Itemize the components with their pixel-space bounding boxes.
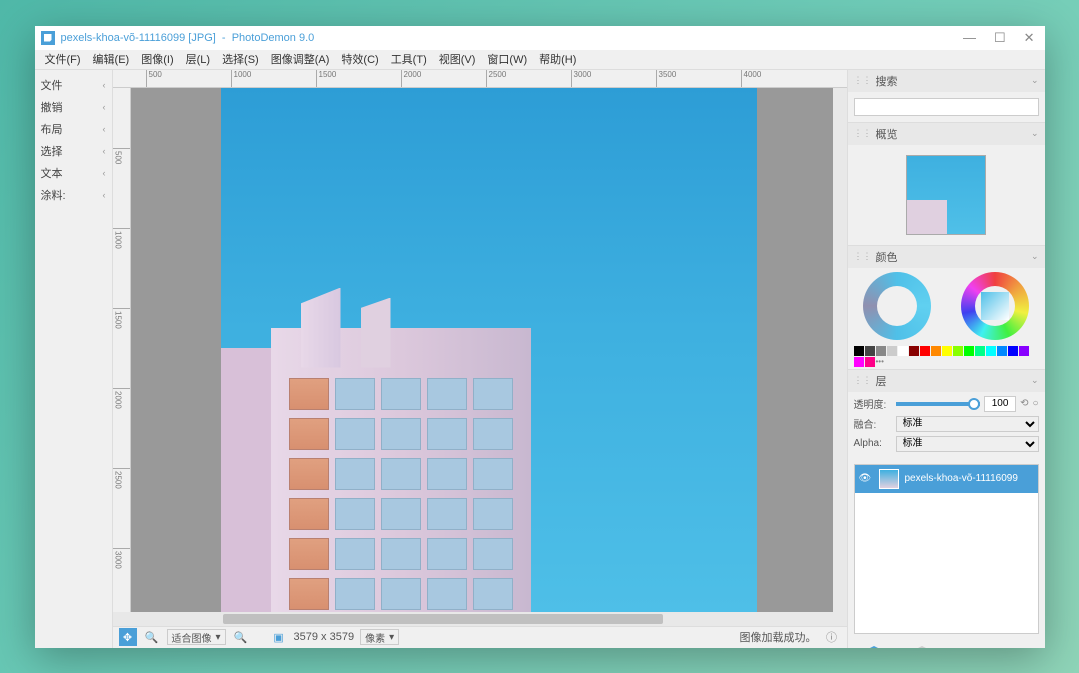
menu-tools[interactable]: 工具(T): [385, 51, 433, 67]
layer-thumbnail: [879, 469, 899, 489]
layer-list: 👁 pexels-khoa-võ-11116099: [854, 464, 1039, 634]
swatch[interactable]: [964, 346, 974, 356]
menu-adjust[interactable]: 图像调整(A): [265, 51, 336, 67]
swatch[interactable]: [865, 357, 875, 367]
titlebar-text: pexels-khoa-võ-11116099 [JPG] - PhotoDem…: [61, 32, 963, 44]
overview-thumbnail[interactable]: [906, 155, 986, 235]
menu-image[interactable]: 图像(I): [135, 51, 179, 67]
opacity-input[interactable]: [984, 396, 1016, 412]
menubar: 文件(F) 编辑(E) 图像(I) 层(L) 选择(S) 图像调整(A) 特效(…: [35, 50, 1045, 70]
statusbar: ✥ 🔍 适合图像 ▾ 🔍 ▣ 3579 x 3579 像素 ▾ 图像加载成功。 …: [113, 626, 847, 648]
main-area: 文件‹ 撤销‹ 布局‹ 选择‹ 文本‹ 涂料:‹ 500 1000 1500 2…: [35, 70, 1045, 648]
swatch[interactable]: [854, 346, 864, 356]
layer-up-button[interactable]: [958, 644, 982, 648]
scrollbar-vertical[interactable]: [833, 88, 847, 612]
menu-file[interactable]: 文件(F): [39, 51, 87, 67]
swatch[interactable]: [931, 346, 941, 356]
swatch[interactable]: [854, 357, 864, 367]
size-icon: ▣: [270, 628, 288, 646]
swatch[interactable]: [1019, 346, 1029, 356]
zoom-in-icon[interactable]: 🔍: [232, 628, 250, 646]
swatch[interactable]: [887, 346, 897, 356]
opacity-reset-icon[interactable]: ⟲: [1020, 398, 1028, 409]
info-icon[interactable]: ⓘ: [823, 628, 841, 646]
tool-file[interactable]: 文件‹: [37, 74, 110, 96]
layers-panel-header[interactable]: ⋮⋮层⌄: [848, 370, 1045, 392]
nav-tool-icon[interactable]: ✥: [119, 628, 137, 646]
layer-item[interactable]: 👁 pexels-khoa-võ-11116099: [855, 465, 1038, 493]
layer-name: pexels-khoa-võ-11116099: [905, 473, 1018, 484]
app-icon: [41, 31, 55, 45]
menu-select[interactable]: 选择(S): [216, 51, 265, 67]
swatch[interactable]: [986, 346, 996, 356]
alpha-label: Alpha:: [854, 438, 892, 449]
titlebar: pexels-khoa-võ-11116099 [JPG] - PhotoDem…: [35, 26, 1045, 50]
swatch[interactable]: [1008, 346, 1018, 356]
menu-layer[interactable]: 层(L): [180, 51, 216, 67]
swatch[interactable]: [865, 346, 875, 356]
zoom-select[interactable]: 适合图像 ▾: [167, 629, 226, 645]
canvas-area: 500 1000 1500 2000 2500 3000 3500 4000 5…: [113, 70, 847, 648]
blend-select[interactable]: 标准: [896, 416, 1039, 432]
ruler-horizontal: 500 1000 1500 2000 2500 3000 3500 4000: [113, 70, 847, 88]
more-swatches-icon[interactable]: •••: [876, 357, 884, 367]
minimize-button[interactable]: —: [963, 30, 976, 46]
swatch[interactable]: [920, 346, 930, 356]
add-layer-button[interactable]: [862, 644, 886, 648]
color-panel-header[interactable]: ⋮⋮颜色⌄: [848, 246, 1045, 268]
opacity-label: 透明度:: [854, 396, 892, 411]
right-panels: ⋮⋮搜索⌄ ⋮⋮概览⌄ ⋮⋮颜色⌄: [847, 70, 1045, 648]
status-text: 图像加载成功。: [740, 629, 817, 645]
swatch[interactable]: [898, 346, 908, 356]
zoom-out-icon[interactable]: 🔍: [143, 628, 161, 646]
menu-view[interactable]: 视图(V): [433, 51, 482, 67]
swatch[interactable]: [953, 346, 963, 356]
opacity-circle-icon[interactable]: ○: [1032, 398, 1038, 409]
search-input[interactable]: [854, 98, 1039, 116]
alpha-select[interactable]: 标准: [896, 436, 1039, 452]
swatch[interactable]: [876, 346, 886, 356]
blend-label: 融合:: [854, 416, 892, 431]
menu-window[interactable]: 窗口(W): [481, 51, 533, 67]
ruler-vertical: 500 1000 1500 2000 2500 3000: [113, 88, 131, 612]
menu-help[interactable]: 帮助(H): [533, 51, 582, 67]
visibility-icon[interactable]: 👁: [859, 473, 873, 484]
swatch[interactable]: [909, 346, 919, 356]
search-panel-header[interactable]: ⋮⋮搜索⌄: [848, 70, 1045, 92]
unit-select[interactable]: 像素 ▾: [360, 629, 399, 645]
color-swatches[interactable]: •••: [848, 344, 1045, 369]
menu-effects[interactable]: 特效(C): [335, 51, 384, 67]
color-wheel-2[interactable]: [961, 272, 1029, 340]
swatch[interactable]: [942, 346, 952, 356]
app-window: pexels-khoa-võ-11116099 [JPG] - PhotoDem…: [35, 26, 1045, 648]
tool-undo[interactable]: 撤销‹: [37, 96, 110, 118]
tool-paint[interactable]: 涂料:‹: [37, 184, 110, 206]
canvas-viewport[interactable]: [131, 88, 847, 612]
overview-panel-header[interactable]: ⋮⋮概览⌄: [848, 123, 1045, 145]
maximize-button[interactable]: ☐: [994, 30, 1006, 46]
image-dimensions: 3579 x 3579: [294, 631, 355, 643]
swatch[interactable]: [975, 346, 985, 356]
scrollbar-horizontal[interactable]: [113, 612, 847, 626]
canvas-image: [221, 88, 757, 612]
tool-text[interactable]: 文本‹: [37, 162, 110, 184]
color-wheel-1[interactable]: [863, 272, 931, 340]
swatch[interactable]: [997, 346, 1007, 356]
menu-edit[interactable]: 编辑(E): [87, 51, 136, 67]
tool-layout[interactable]: 布局‹: [37, 118, 110, 140]
delete-layer-button[interactable]: [910, 644, 934, 648]
opacity-slider[interactable]: [896, 402, 981, 406]
left-toolbar: 文件‹ 撤销‹ 布局‹ 选择‹ 文本‹ 涂料:‹: [35, 70, 113, 648]
layer-down-button[interactable]: [1006, 644, 1030, 648]
close-button[interactable]: ✕: [1024, 30, 1035, 46]
tool-select[interactable]: 选择‹: [37, 140, 110, 162]
